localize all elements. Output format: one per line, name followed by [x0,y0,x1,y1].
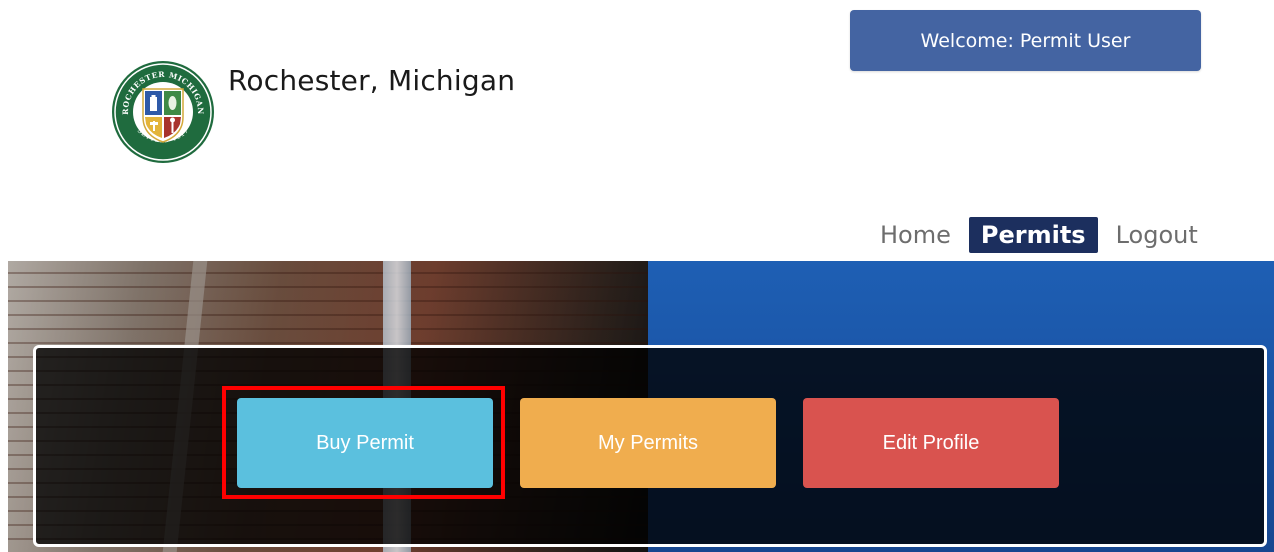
org-name: Rochester, Michigan [228,64,516,97]
city-seal-icon: ROCHESTER MICHIGAN SETTLED 1817 [112,61,214,163]
nav-logout[interactable]: Logout [1104,217,1210,253]
edit-profile-button[interactable]: Edit Profile [803,398,1059,488]
welcome-text: Welcome: Permit User [920,29,1131,52]
city-seal-logo: ROCHESTER MICHIGAN SETTLED 1817 [110,59,216,165]
buy-permit-button[interactable]: Buy Permit [237,398,493,488]
main-nav: Home Permits Logout [868,214,1210,256]
welcome-banner: Welcome: Permit User [850,10,1201,71]
nav-home[interactable]: Home [868,217,963,253]
nav-permits[interactable]: Permits [968,217,1098,253]
my-permits-button[interactable]: My Permits [520,398,776,488]
